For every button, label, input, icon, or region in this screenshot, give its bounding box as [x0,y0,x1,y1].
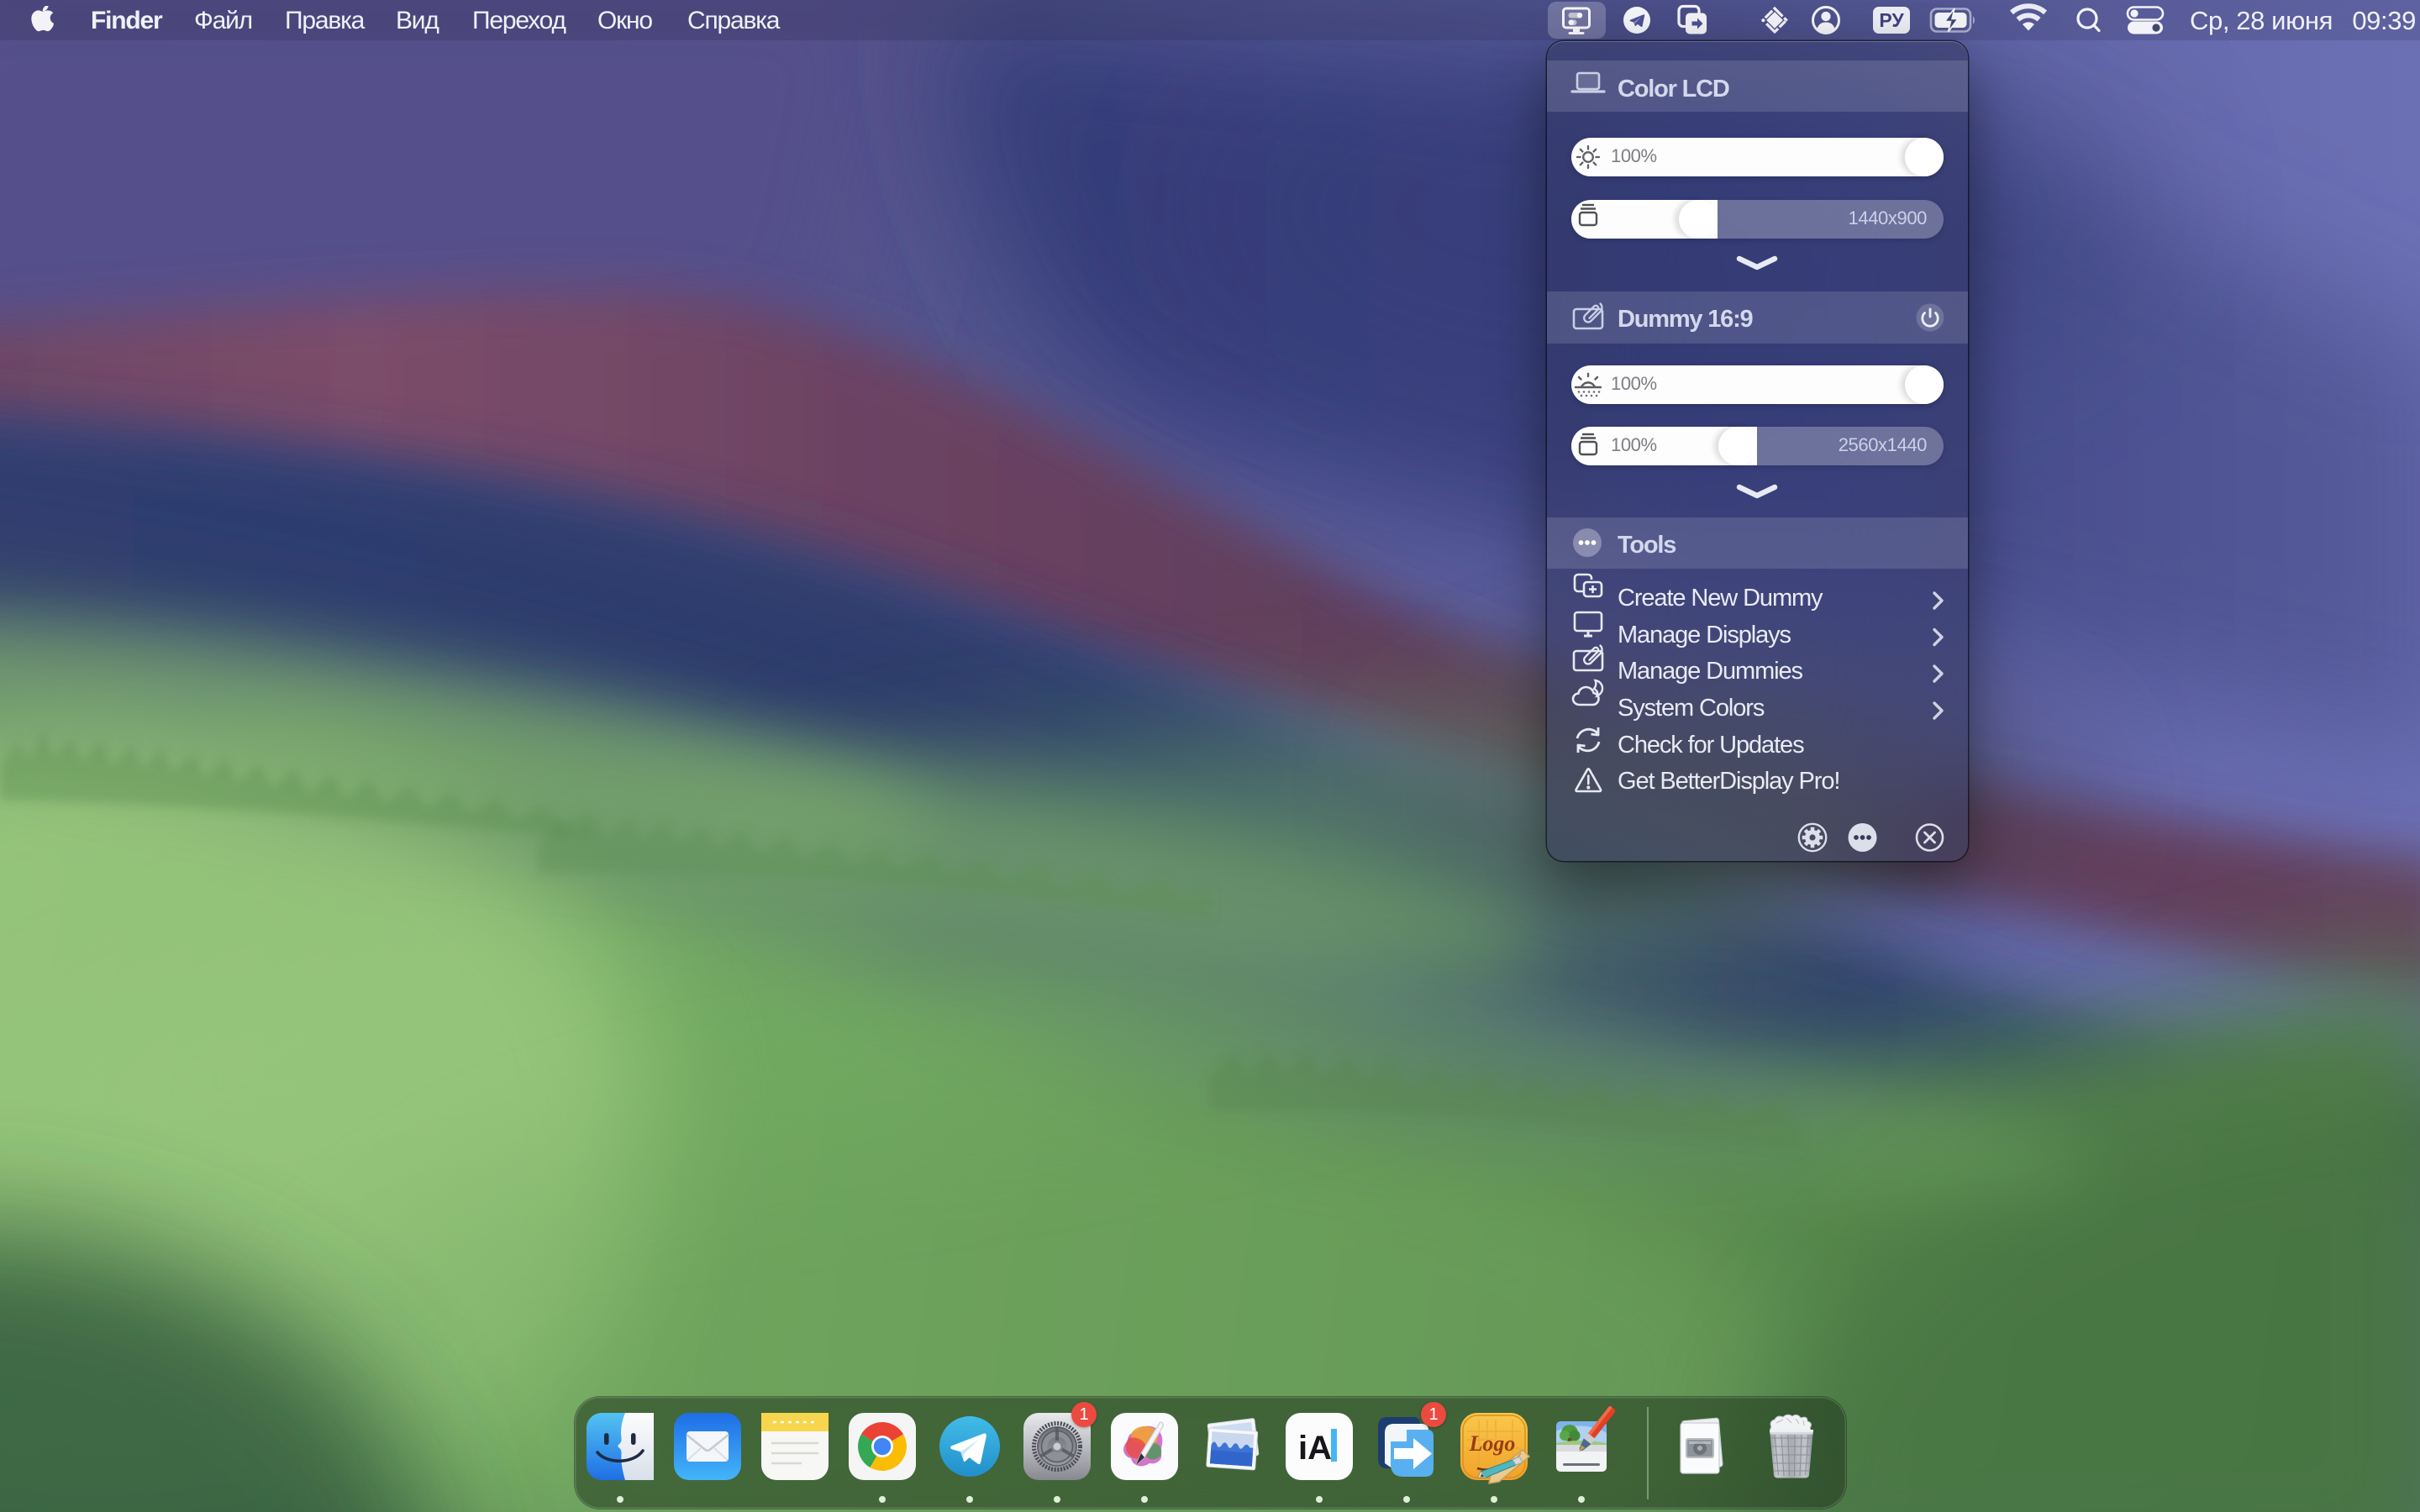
svg-text:Logo: Logo [1469,1431,1516,1456]
svg-text:РУ: РУ [1879,9,1904,31]
svg-text:iA: iA [1298,1430,1332,1467]
